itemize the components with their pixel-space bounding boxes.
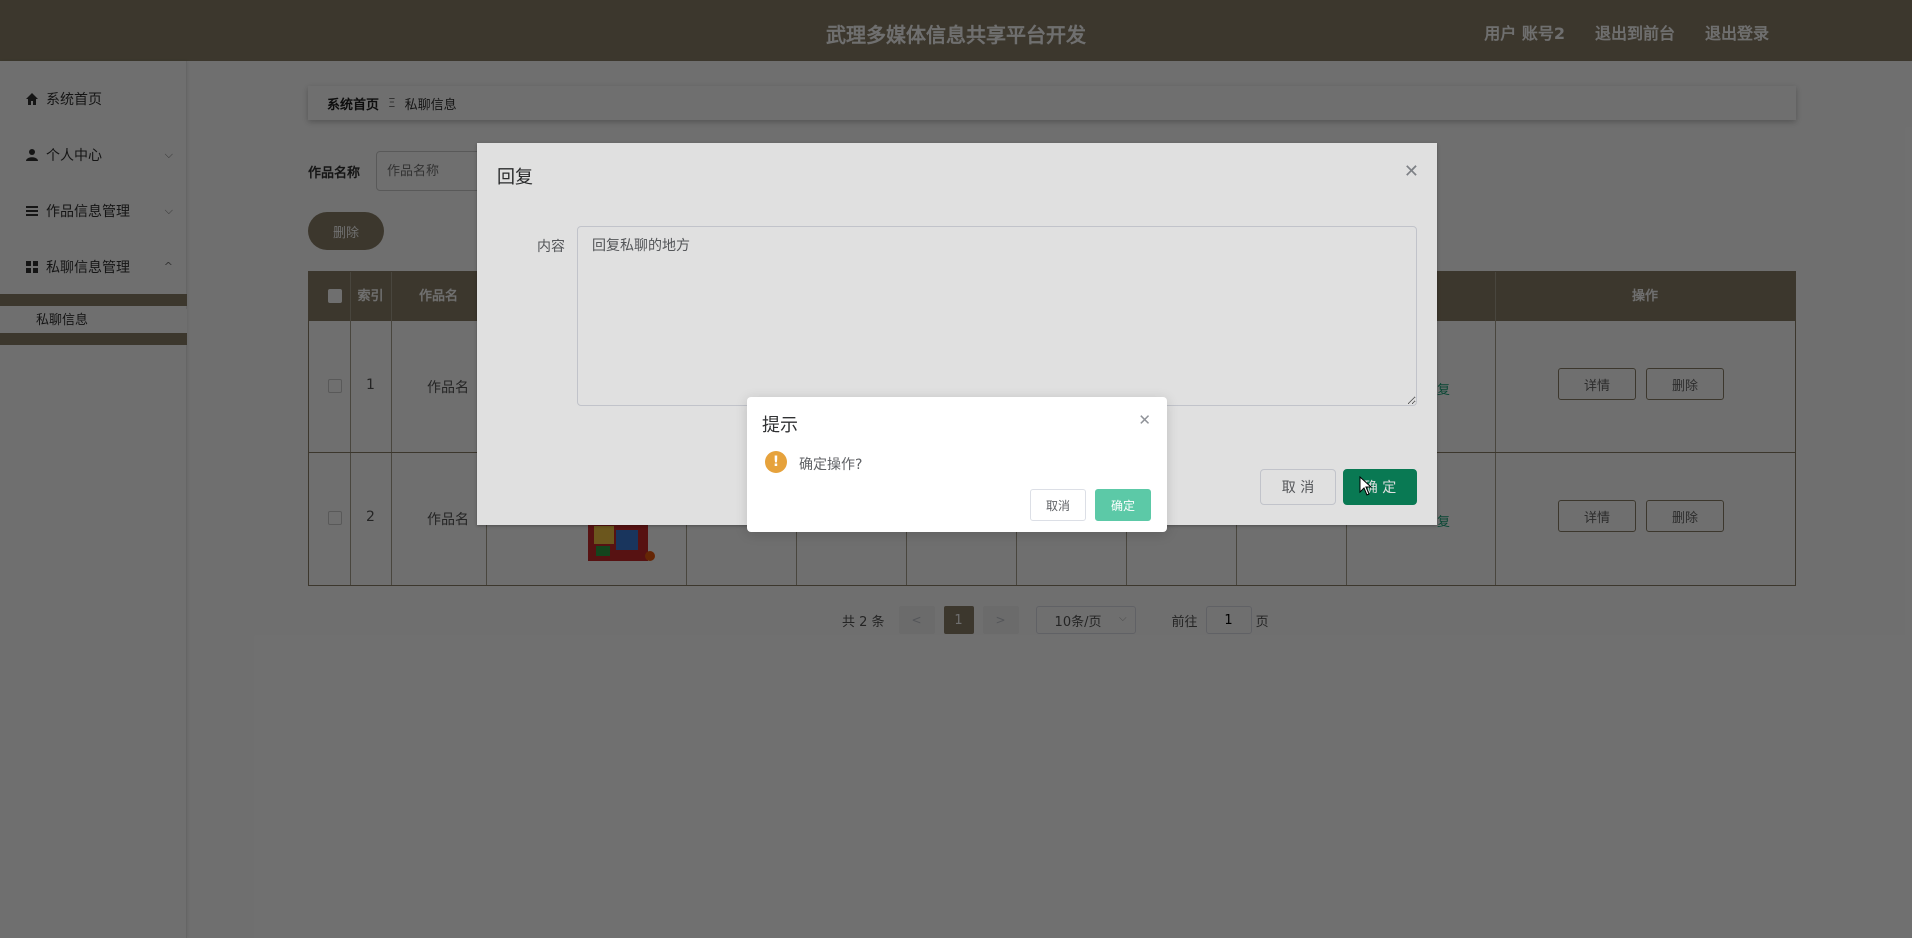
confirm-message: 确定操作? (799, 457, 863, 473)
confirm-dialog-title: 提示 (762, 415, 798, 436)
close-icon[interactable]: ✕ (1138, 411, 1151, 429)
confirm-ok-button[interactable]: 确定 (1095, 489, 1151, 521)
warning-icon: ! (765, 451, 787, 473)
mouse-cursor-icon (1359, 476, 1373, 496)
confirm-cancel-button[interactable]: 取消 (1030, 489, 1086, 521)
confirm-dialog: 提示 ✕ ! 确定操作? 取消 确定 (747, 397, 1167, 532)
